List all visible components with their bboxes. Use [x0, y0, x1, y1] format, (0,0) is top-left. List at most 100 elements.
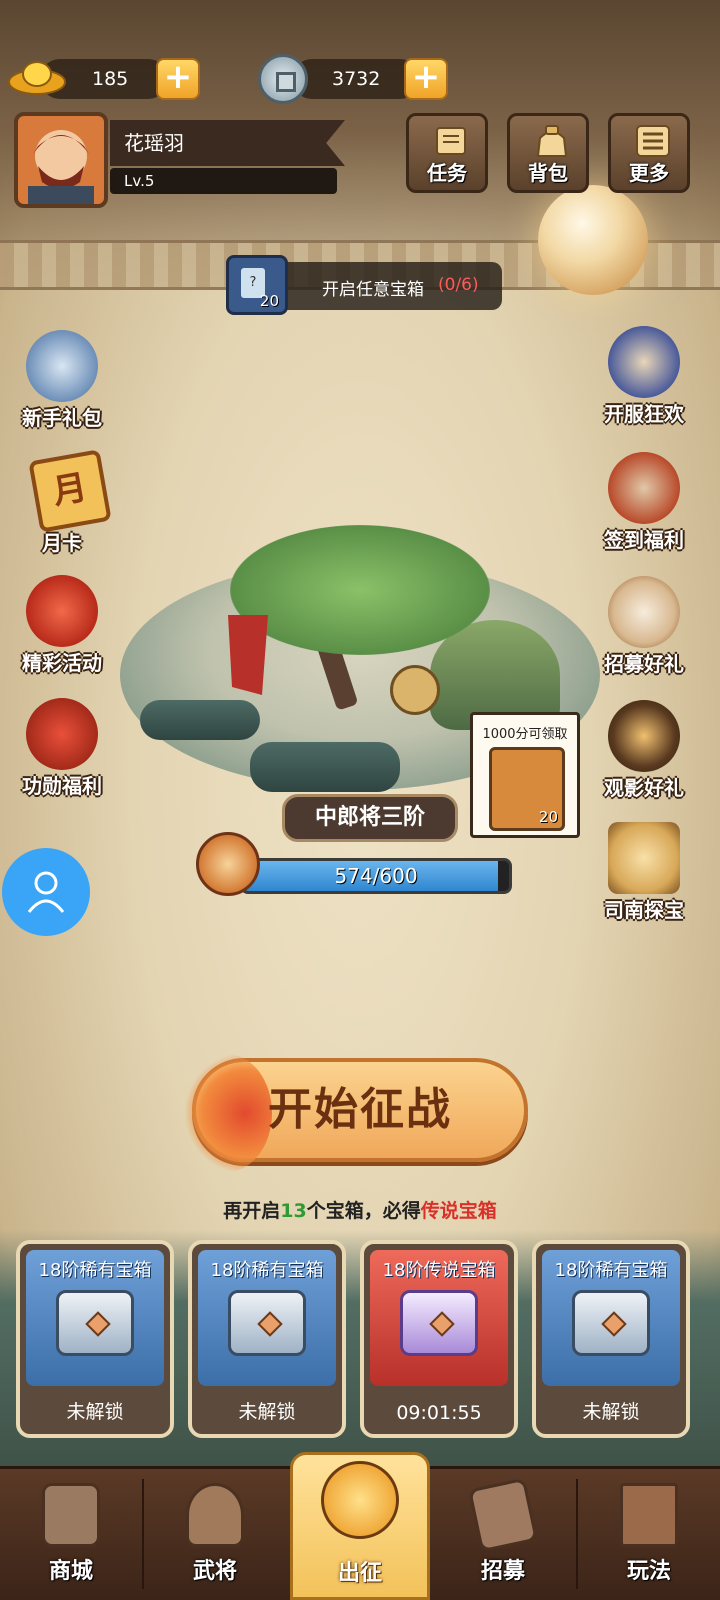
chest-slot-2[interactable]: 18阶稀有宝箱 未解锁	[188, 1240, 346, 1438]
drum-icon	[608, 576, 680, 648]
gold-value: 185	[92, 68, 129, 90]
player-avatar[interactable]	[14, 112, 108, 208]
nav-expedition[interactable]: 出征	[290, 1452, 430, 1600]
chest-slot-4[interactable]: 18阶稀有宝箱 未解锁	[532, 1240, 690, 1438]
silver-coin-icon	[258, 54, 308, 104]
quest-card-count: 20	[259, 292, 279, 310]
training-dummy	[390, 665, 440, 715]
event-watch-gift[interactable]: 观影好礼	[594, 700, 694, 800]
reward-count: 20	[538, 808, 558, 826]
treasure-bag-icon	[26, 698, 98, 770]
add-silver-button[interactable]: +	[404, 58, 448, 100]
brush-inkstone-icon	[608, 452, 680, 524]
backpack-button[interactable]: 背包	[507, 113, 589, 193]
merit-bag-icon[interactable]	[196, 832, 260, 896]
task-label: 任务	[427, 161, 467, 185]
event-label: 司南探宝	[604, 898, 684, 922]
event-merit-welfare[interactable]: 功勋福利	[12, 698, 112, 798]
hint-prefix: 再开启	[223, 1200, 281, 1222]
start-battle-button[interactable]: 开始征战	[182, 1054, 528, 1172]
quest-text: 开启任意宝箱	[322, 280, 424, 300]
hero-portrait-icon	[608, 326, 680, 398]
silver-counter: 3732	[292, 59, 420, 99]
event-label: 新手礼包	[22, 406, 102, 430]
event-special-activity[interactable]: 精彩活动	[12, 575, 112, 675]
nav-label: 商城	[48, 1559, 93, 1584]
gong-icon	[321, 1461, 399, 1539]
hero-portrait-icon	[26, 330, 98, 402]
rock-decoration	[140, 700, 260, 740]
silver-value: 3732	[332, 68, 381, 90]
hero-card-icon: 20	[489, 747, 565, 831]
chest-status: 未解锁	[238, 1401, 296, 1423]
event-label: 签到福利	[604, 528, 684, 552]
task-button[interactable]: 任务	[406, 113, 488, 193]
lamp-decoration	[538, 185, 648, 295]
chest-title: 18阶稀有宝箱	[554, 1260, 668, 1281]
customer-service-button[interactable]	[2, 848, 90, 936]
nav-gameplay[interactable]: 玩法	[578, 1469, 720, 1600]
event-label: 精彩活动	[22, 651, 102, 675]
pine-tree	[230, 525, 490, 655]
backpack-label: 背包	[528, 161, 568, 185]
nav-label: 招募	[480, 1559, 525, 1584]
player-name: 花瑶羽	[110, 120, 345, 166]
more-button[interactable]: 更多	[608, 113, 690, 193]
recruit-scroll-icon	[467, 1477, 539, 1553]
nav-generals[interactable]: 武将	[144, 1469, 286, 1600]
chest-status: 未解锁	[582, 1401, 640, 1423]
hint-middle: 个宝箱，必得	[306, 1200, 421, 1222]
user-icon	[27, 871, 65, 913]
helmet-icon	[186, 1483, 244, 1547]
nav-label: 出征	[337, 1561, 382, 1586]
start-battle-label: 开始征战	[268, 1084, 452, 1135]
event-label: 招募好礼	[604, 652, 684, 676]
event-newbie-pack[interactable]: 新手礼包	[12, 330, 112, 430]
quest-card-icon: ? 20	[226, 255, 288, 315]
rank-progress-bar: 574/600	[240, 858, 512, 894]
reward-bubble[interactable]: 1000分可领取 20	[470, 712, 580, 838]
nav-label: 武将	[192, 1559, 237, 1584]
event-recruit-gift[interactable]: 招募好礼	[594, 576, 694, 676]
chest-slot-1[interactable]: 18阶稀有宝箱 未解锁	[16, 1240, 174, 1438]
reward-bubble-text: 1000分可领取	[482, 727, 568, 742]
chest-timer: 09:01:55	[396, 1402, 482, 1424]
scroll-icon	[436, 127, 466, 155]
red-banner	[228, 615, 268, 695]
rock-decoration	[250, 742, 400, 792]
chest-title: 18阶稀有宝箱	[38, 1260, 152, 1281]
progress-text: 574/600	[334, 864, 418, 888]
chest-icon	[228, 1290, 306, 1356]
month-card-icon: 月	[28, 449, 112, 533]
event-server-carnival[interactable]: 开服狂欢	[594, 326, 694, 426]
hint-count: 13	[280, 1200, 307, 1222]
quest-progress: (0/6)	[438, 275, 479, 295]
chest-icon	[572, 1290, 650, 1356]
chest-status: 未解锁	[66, 1401, 124, 1423]
player-level: Lv.5	[110, 168, 337, 194]
event-label: 开服狂欢	[604, 402, 684, 426]
event-checkin[interactable]: 签到福利	[594, 452, 694, 552]
compass-icon	[608, 822, 680, 894]
chest-title: 18阶稀有宝箱	[210, 1260, 324, 1281]
event-month-card[interactable]: 月 月卡	[12, 449, 112, 555]
gold-ingot-icon	[8, 61, 66, 95]
video-reel-icon	[608, 700, 680, 772]
nav-shop[interactable]: 商城	[0, 1469, 142, 1600]
event-label: 观影好礼	[604, 776, 684, 800]
nav-label: 玩法	[626, 1559, 671, 1584]
pavilion-icon	[620, 1483, 678, 1547]
chest-title: 18阶传说宝箱	[382, 1260, 496, 1281]
hint-highlight: 传说宝箱	[420, 1200, 497, 1222]
event-label: 月卡	[42, 531, 82, 555]
chest-icon	[400, 1290, 478, 1356]
menu-icon	[636, 125, 670, 157]
chest-slot-3[interactable]: 18阶传说宝箱 09:01:55	[360, 1240, 518, 1438]
more-label: 更多	[629, 161, 669, 185]
nav-recruit[interactable]: 招募	[432, 1469, 574, 1600]
shop-icon	[42, 1483, 100, 1547]
event-compass-treasure[interactable]: 司南探宝	[594, 822, 694, 922]
event-label: 功勋福利	[22, 774, 102, 798]
rank-title: 中郎将三阶	[282, 794, 458, 842]
add-gold-button[interactable]: +	[156, 58, 200, 100]
